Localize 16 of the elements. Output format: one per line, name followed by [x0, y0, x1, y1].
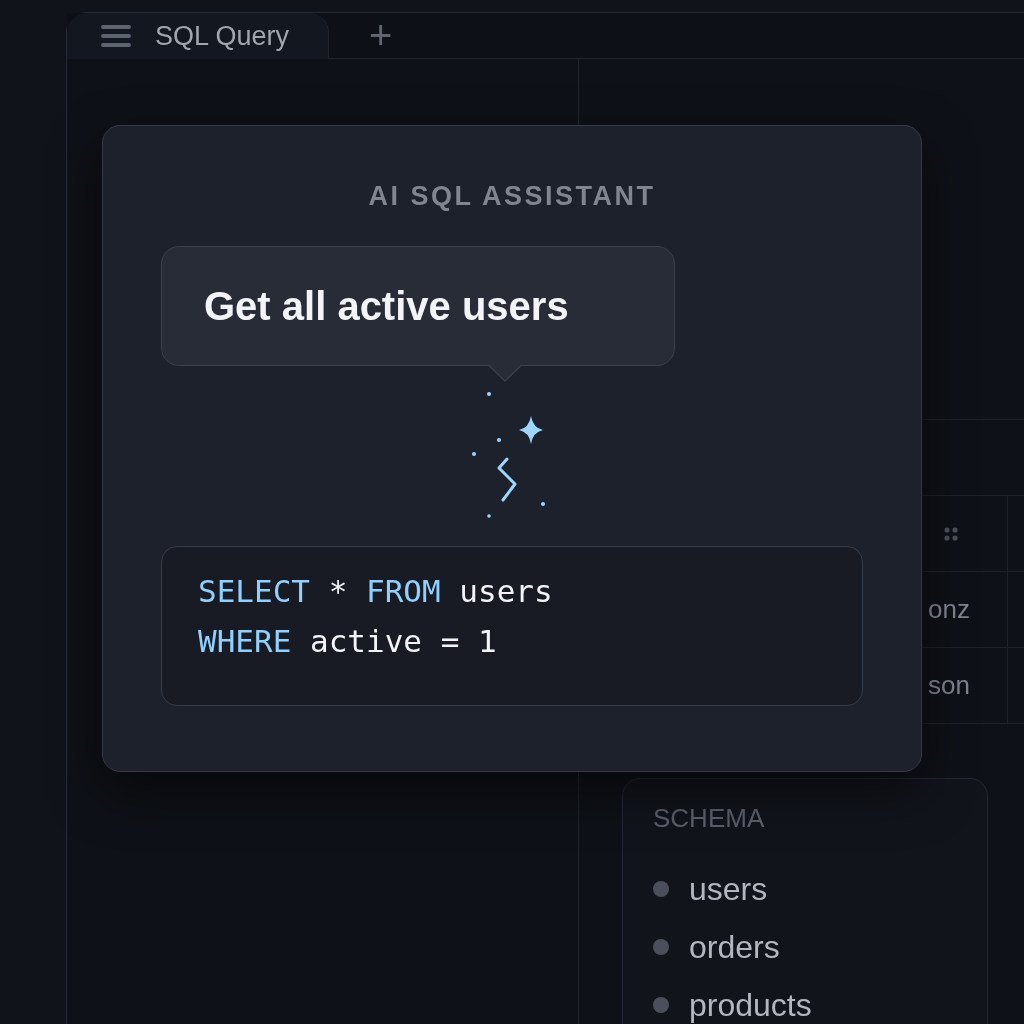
- table-name[interactable]: products: [689, 986, 812, 1024]
- table-name[interactable]: orders: [689, 928, 780, 966]
- code-line: WHERE active = 1: [198, 623, 498, 659]
- table-cell: son: [928, 670, 970, 701]
- table-name[interactable]: users: [689, 870, 768, 908]
- schema-title: SCHEMA: [653, 803, 766, 834]
- menu-icon: [101, 25, 131, 47]
- drag-handle-icon[interactable]: [944, 526, 958, 541]
- dialog-title: AI SQL ASSISTANT: [368, 181, 656, 212]
- bullet-dot: [653, 939, 669, 955]
- bullet-dot: [653, 881, 669, 897]
- bullet-dot: [653, 997, 669, 1013]
- prompt-text: Get all active users: [204, 283, 569, 329]
- query-tab[interactable]: SQL Query: [67, 13, 329, 59]
- code-line: SELECT * FROM users: [198, 573, 554, 609]
- table-cell: onz: [928, 594, 970, 625]
